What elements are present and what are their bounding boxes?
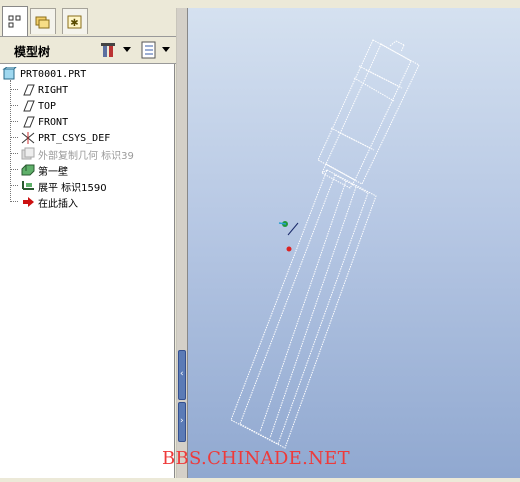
tree-item-label: 外部复制几何 标识39 [38, 150, 134, 162]
model-tree-tab[interactable] [2, 6, 28, 36]
graphics-viewport[interactable] [188, 8, 520, 478]
sheetmetal-part-outline [230, 39, 420, 449]
datum-plane-icon [23, 84, 35, 96]
tree-item-label: 展平 标识1590 [38, 182, 107, 194]
panel-splitter[interactable]: ‹ › [176, 0, 188, 478]
tree-item-first-wall[interactable]: 第一壁 [20, 162, 68, 178]
tree-item-label: TOP [38, 100, 57, 112]
tree-item-right[interactable]: RIGHT [20, 82, 68, 98]
tree-item-label: FRONT [38, 116, 69, 128]
tree-root-label: PRT0001.PRT [20, 68, 87, 80]
model-tree: PRT0001.PRT RIGHT TOP FRONT PRT_CSYS_DEF… [0, 64, 175, 478]
csys-icon [21, 132, 35, 144]
chevron-left-icon: ‹ [180, 369, 184, 379]
tree-item-label: PRT_CSYS_DEF [38, 132, 111, 144]
tree-connector-h [10, 153, 18, 154]
model-tree-panel: ✱ 模型树 PRT0001.PRT RIGHT TOP FRONT PRT_CS… [0, 0, 176, 478]
list-icon[interactable] [140, 41, 158, 59]
favorites-icon: ✱ [67, 15, 82, 29]
datum-plane-icon [23, 100, 35, 112]
csys-marker-icon [278, 221, 299, 252]
favorites-tab[interactable]: ✱ [62, 8, 88, 34]
tree-connector-h [10, 105, 18, 106]
insert-here-icon [23, 197, 34, 207]
show-dropdown-icon[interactable] [162, 47, 170, 52]
splitter-handle-expand[interactable]: › [178, 402, 186, 442]
tree-item-label: 在此插入 [38, 198, 78, 210]
tools-dropdown-icon[interactable] [123, 47, 131, 52]
tree-connector-h [10, 201, 18, 202]
tree-connector-h [10, 137, 18, 138]
tree-connector-h [10, 185, 18, 186]
part-icon [2, 67, 17, 80]
tree-connector-h [10, 121, 18, 122]
chevron-right-icon: › [180, 416, 184, 426]
first-wall-icon [21, 164, 35, 176]
tree-item-front[interactable]: FRONT [20, 114, 68, 130]
tree-item-insert-here[interactable]: 在此插入 [20, 194, 78, 210]
model-tree-toolbar: 模型树 [0, 36, 176, 64]
datum-plane-icon [23, 116, 35, 128]
tools-icon[interactable] [100, 41, 118, 59]
tree-item-label: 第一壁 [38, 166, 68, 178]
tree-item-flatten[interactable]: 展平 标识1590 [20, 178, 107, 194]
flatten-icon [22, 181, 34, 190]
tree-connector [10, 80, 11, 202]
tree-item-top[interactable]: TOP [20, 98, 56, 114]
folder-icon [35, 16, 50, 28]
tree-connector-h [10, 169, 18, 170]
watermark-text: BBS.CHINADE.NET [162, 448, 350, 469]
tree-item-csys[interactable]: PRT_CSYS_DEF [20, 130, 110, 146]
tree-item-copy-geometry[interactable]: 外部复制几何 标识39 [20, 146, 134, 162]
folder-browser-tab[interactable] [30, 8, 56, 34]
svg-text:✱: ✱ [70, 18, 78, 29]
viewport-top-strip [176, 0, 520, 8]
splitter-handle-collapse[interactable]: ‹ [178, 350, 186, 400]
panel-title: 模型树 [14, 45, 51, 59]
tree-item-label: RIGHT [38, 84, 69, 96]
tree-root[interactable]: PRT0001.PRT [2, 66, 86, 82]
copy-geometry-icon [21, 147, 35, 160]
tree-connector-h [10, 89, 18, 90]
model-tree-icon [8, 15, 21, 27]
navigator-tabs: ✱ [0, 0, 176, 36]
